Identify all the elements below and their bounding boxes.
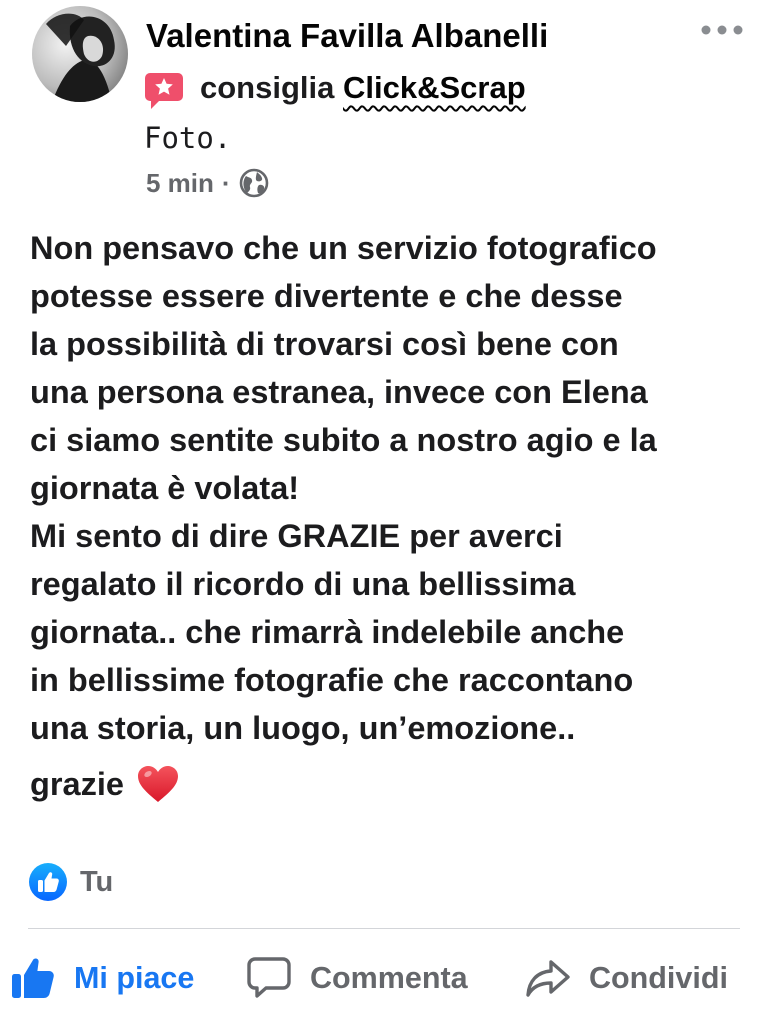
reactions-summary[interactable]: Tu <box>28 862 113 902</box>
post-subtitle: Foto. <box>144 121 232 155</box>
author-name[interactable]: Valentina Favilla Albanelli <box>146 16 548 56</box>
recommended-page-link[interactable]: Click&Scrap <box>343 70 526 105</box>
like-label: Mi piace <box>74 960 195 995</box>
thumbs-up-icon <box>12 958 54 998</box>
meta-separator: · <box>221 167 231 198</box>
recommendation-line: consiglia Click&Scrap <box>200 68 526 108</box>
recommend-star-icon <box>145 73 183 109</box>
post-closing: grazie <box>30 758 745 810</box>
globe-icon <box>239 168 268 198</box>
closing-text: grazie <box>30 766 124 802</box>
post-timestamp[interactable]: 5 min <box>146 168 214 199</box>
share-button[interactable]: Condividi <box>525 952 728 1004</box>
recommend-verb: consiglia <box>200 70 335 105</box>
red-heart-icon <box>137 766 178 802</box>
post-paragraph: Mi sento di dire GRAZIE per averci regal… <box>30 518 634 746</box>
share-arrow-icon <box>526 960 570 997</box>
more-options-icon[interactable] <box>700 18 744 42</box>
reactions-label: Tu <box>80 865 114 898</box>
post-paragraph: Non pensavo che un servizio fotografico … <box>30 230 657 506</box>
comment-button[interactable]: Commenta <box>246 952 468 1004</box>
like-reaction-icon <box>29 863 67 901</box>
post-meta: 5 min · <box>146 166 269 200</box>
action-divider <box>28 928 740 929</box>
comment-label: Commenta <box>310 960 468 995</box>
author-avatar[interactable] <box>32 6 128 102</box>
share-label: Condividi <box>589 960 728 995</box>
post-body: Non pensavo che un servizio fotografico … <box>30 224 745 810</box>
like-button[interactable]: Mi piace <box>10 952 194 1004</box>
comment-icon <box>247 957 291 998</box>
